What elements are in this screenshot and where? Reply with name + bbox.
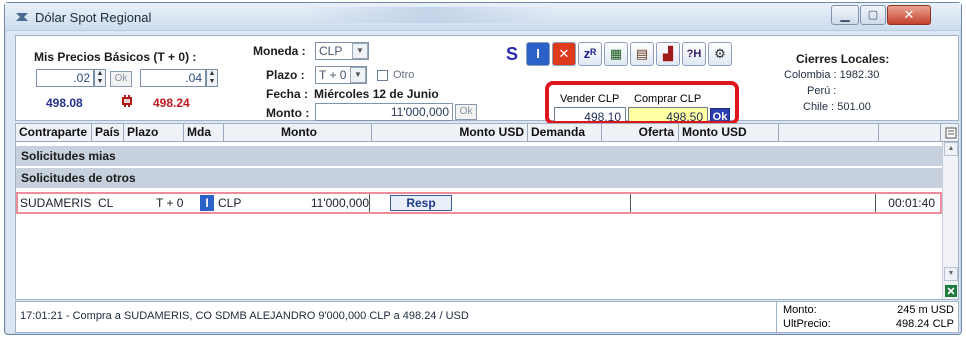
book-icon: ▤ bbox=[635, 46, 649, 61]
spread-ok-button[interactable]: Ok bbox=[110, 71, 132, 87]
col-blank-2 bbox=[879, 124, 941, 142]
left-spread-input[interactable]: .02 bbox=[36, 69, 94, 87]
row-divider bbox=[630, 194, 631, 212]
excel-icon[interactable] bbox=[945, 285, 957, 297]
status-divider bbox=[776, 302, 777, 332]
cancel-icon: ✕ bbox=[558, 46, 570, 61]
col-monto-usd-2[interactable]: Monto USD bbox=[679, 124, 779, 142]
close-button[interactable]: ✕ bbox=[887, 5, 931, 25]
resp-button[interactable]: Resp bbox=[390, 195, 452, 211]
col-blank-1 bbox=[779, 124, 879, 142]
row-mda: CLP bbox=[218, 196, 242, 210]
col-oferta[interactable]: Oferta bbox=[602, 124, 679, 142]
grid-header: Contraparte País Plazo Mda Monto Monto U… bbox=[16, 124, 958, 142]
col-plazo[interactable]: Plazo bbox=[124, 124, 184, 142]
minimize-icon: ▁ bbox=[840, 8, 850, 22]
col-pais[interactable]: País bbox=[92, 124, 124, 142]
settings-icon: ⚙ bbox=[714, 46, 726, 61]
plazo-dropdown-icon[interactable]: ▼ bbox=[350, 67, 366, 83]
otro-checkbox[interactable] bbox=[377, 70, 388, 81]
otro-label: Otro bbox=[393, 69, 415, 81]
scroll-up-icon[interactable]: ▲ bbox=[944, 142, 958, 156]
tool-book-button[interactable]: ▤ bbox=[630, 42, 654, 66]
fecha-value: Miércoles 12 de Junio bbox=[314, 87, 439, 101]
order-panel: Mis Precios Básicos (T + 0) : .02 ▲ ▼ Ok … bbox=[15, 35, 959, 126]
maximize-button[interactable]: ▢ bbox=[860, 5, 886, 25]
price-highlight-box bbox=[545, 81, 739, 125]
cierre-chile: Chile : 501.00 bbox=[803, 101, 871, 113]
section-others: Solicitudes de otros bbox=[16, 168, 942, 188]
status-message: 17:01:21 - Compra a SUDAMERIS, CO SDMB A… bbox=[20, 310, 469, 322]
grid-scrollbar[interactable]: ▲ ▼ bbox=[942, 142, 958, 299]
requests-grid: Contraparte País Plazo Mda Monto Monto U… bbox=[15, 123, 959, 300]
row-monto: 11'000,000 bbox=[298, 194, 370, 212]
minimize-button[interactable]: ▁ bbox=[831, 5, 859, 25]
col-mda[interactable]: Mda bbox=[184, 124, 224, 142]
tool-cancel-button[interactable]: ✕ bbox=[552, 42, 576, 66]
monto-ok-button[interactable]: Ok bbox=[455, 104, 477, 120]
info-badge-icon[interactable]: I bbox=[200, 195, 214, 211]
tool-settings-button[interactable]: ⚙ bbox=[708, 42, 732, 66]
app-window: Dólar Spot Regional ▁ ▢ ✕ Mis Precios Bá… bbox=[4, 2, 962, 335]
tool-cupos-button[interactable]: ▦ bbox=[604, 42, 628, 66]
export-icon[interactable] bbox=[945, 127, 957, 139]
cupos-icon: ▦ bbox=[609, 46, 623, 61]
col-demanda[interactable]: Demanda bbox=[528, 124, 602, 142]
moneda-label: Moneda : bbox=[253, 44, 306, 58]
window-title: Dólar Spot Regional bbox=[35, 10, 152, 25]
status-bar: 17:01:21 - Compra a SUDAMERIS, CO SDMB A… bbox=[15, 301, 959, 333]
status-ultprecio-label: UltPrecio: bbox=[783, 318, 831, 330]
section-mine: Solicitudes mias bbox=[16, 146, 942, 166]
tool-i-button[interactable]: I bbox=[526, 42, 550, 66]
tool-help-button[interactable]: ?H bbox=[682, 42, 706, 66]
row-plazo: T + 0 bbox=[156, 196, 184, 210]
buy-base-price: 498.08 bbox=[46, 96, 83, 110]
mis-precios-label: Mis Precios Básicos (T + 0) : bbox=[34, 50, 197, 64]
right-spread-input[interactable]: .04 bbox=[140, 69, 206, 87]
table-row[interactable]: SUDAMERIS CL T + 0 I CLP 11'000,000 Resp… bbox=[16, 192, 942, 214]
row-time: 00:01:40 bbox=[875, 194, 935, 212]
app-logo-icon bbox=[16, 13, 28, 21]
tool-chart-button[interactable]: ▟ bbox=[656, 42, 680, 66]
row-contraparte: SUDAMERIS bbox=[20, 196, 92, 210]
left-spread-stepper[interactable]: ▲ ▼ bbox=[94, 69, 106, 87]
tool-s-button[interactable]: S bbox=[500, 42, 524, 66]
maximize-icon: ▢ bbox=[867, 9, 879, 21]
chart-icon: ▟ bbox=[663, 46, 673, 61]
chip-icon bbox=[122, 95, 132, 107]
right-spread-stepper[interactable]: ▲ ▼ bbox=[206, 69, 218, 87]
sell-base-price: 498.24 bbox=[153, 96, 190, 110]
monto-input[interactable]: 11'000,000 bbox=[315, 103, 453, 121]
help-icon: ?H bbox=[686, 48, 702, 60]
status-monto-label: Monto: bbox=[783, 304, 817, 316]
row-pais: CL bbox=[98, 196, 114, 210]
scroll-down-icon[interactable]: ▼ bbox=[944, 267, 958, 281]
cierres-title: Cierres Locales: bbox=[796, 52, 890, 66]
s-icon: S bbox=[505, 44, 518, 64]
fecha-label: Fecha : bbox=[266, 87, 309, 101]
close-icon: ✕ bbox=[903, 7, 915, 22]
cierre-peru: Perú : bbox=[807, 85, 837, 97]
title-bar-background bbox=[305, 7, 555, 23]
monto-label: Monto : bbox=[266, 106, 310, 120]
col-monto-usd[interactable]: Monto USD bbox=[372, 124, 528, 142]
col-contraparte[interactable]: Contraparte bbox=[16, 124, 92, 142]
tool-zr-button[interactable]: zᴿ bbox=[578, 42, 602, 66]
status-monto-value: 245 m USD bbox=[897, 304, 954, 316]
info-icon: I bbox=[536, 46, 540, 61]
moneda-dropdown-icon[interactable]: ▼ bbox=[352, 43, 368, 59]
plazo-label: Plazo : bbox=[266, 68, 305, 82]
title-bar[interactable]: Dólar Spot Regional ▁ ▢ ✕ bbox=[5, 3, 961, 31]
col-monto[interactable]: Monto bbox=[224, 124, 372, 142]
cierre-colombia: Colombia : 1982.30 bbox=[784, 69, 880, 81]
status-ultprecio-value: 498.24 CLP bbox=[895, 318, 954, 330]
zr-icon: zᴿ bbox=[583, 46, 597, 61]
